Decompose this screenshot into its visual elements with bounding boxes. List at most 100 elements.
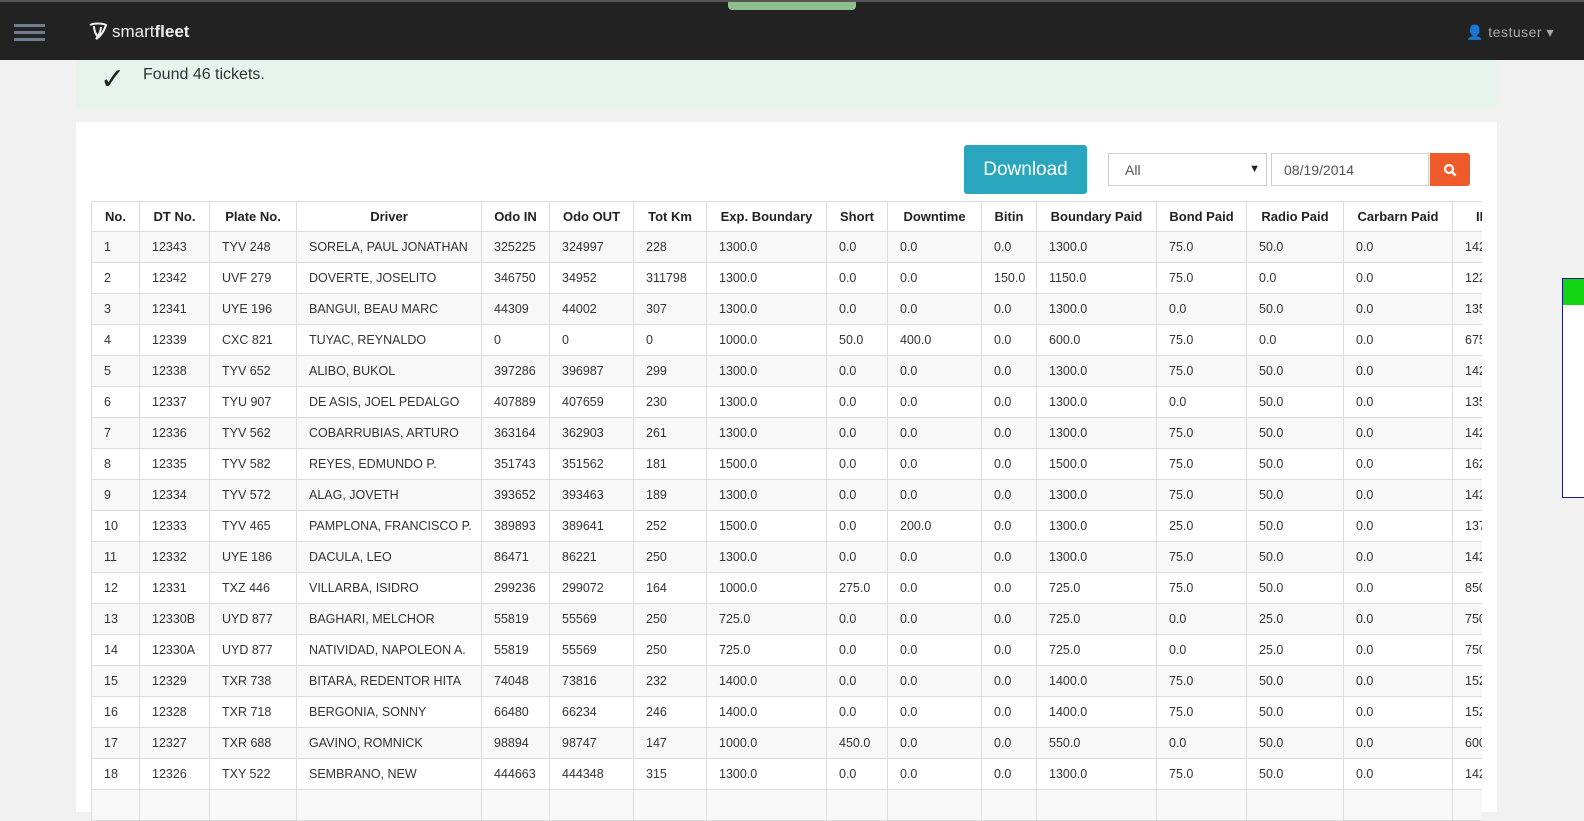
table-cell: 12342 [139, 262, 210, 294]
download-button[interactable]: Download [964, 145, 1087, 194]
table-cell: 189 [633, 479, 707, 511]
column-header[interactable]: DT No. [139, 201, 210, 232]
table-cell: 1150.0 [1036, 262, 1157, 294]
column-header[interactable]: Tot Km [633, 201, 707, 232]
tickets-table-container[interactable]: No. DT No. Plate No. Driver Odo IN Odo OUT Tot… [91, 201, 1482, 821]
table-cell: 50.0 [1246, 572, 1344, 604]
column-header[interactable]: Boundary Paid [1036, 201, 1157, 232]
table-cell: 0.0 [826, 231, 888, 263]
table-cell: 50.0 [1246, 696, 1344, 728]
table-cell: 346750 [481, 262, 550, 294]
table-row[interactable]: 16 12328 TXR 718 BERGONIA, SONNY 66480 66234 2… [91, 696, 1482, 728]
table-row[interactable]: 7 12336 TYV 562 COBARRUBIAS, ARTURO 363164 36… [91, 417, 1482, 449]
search-button[interactable] [1430, 153, 1470, 186]
table-cell: 0.0 [887, 541, 982, 573]
column-header[interactable]: Bond Paid [1156, 201, 1247, 232]
table-cell: 13 [91, 603, 140, 635]
column-header[interactable]: Downtime [887, 201, 982, 232]
table-row[interactable]: 4 12339 CXC 821 TUYAC, REYNALDO 0 0 0 1000.0 50.… [91, 324, 1482, 356]
brand-logo[interactable]: smart fleet [88, 22, 189, 42]
table-cell: 75.0 [1156, 262, 1247, 294]
table-cell: 137 [1452, 510, 1482, 542]
table-row[interactable]: 3 12341 UYE 196 BANGUI, BEAU MARC 44309 44002… [91, 293, 1482, 325]
table-cell: 12328 [139, 696, 210, 728]
table-row[interactable]: 8 12335 TYV 582 REYES, EDMUNDO P. 351743 3515… [91, 448, 1482, 480]
table-cell: 12330B [139, 603, 210, 635]
table-row[interactable]: 14 12330A UYD 877 NATIVIDAD, NAPOLEON A. 558… [91, 634, 1482, 666]
table-row[interactable] [91, 789, 1482, 821]
column-header[interactable]: Short [826, 201, 888, 232]
table-cell: 407659 [549, 386, 634, 418]
column-header[interactable]: Exp. Boundary [706, 201, 827, 232]
column-header[interactable]: Odo IN [481, 201, 550, 232]
table-cell: 252 [633, 510, 707, 542]
table-row[interactable]: 1 12343 TYV 248 SORELA, PAUL JONATHAN 325225… [91, 231, 1482, 263]
top-center-tab[interactable] [728, 2, 856, 10]
table-cell: 0.0 [887, 696, 982, 728]
table-cell: 55819 [481, 603, 550, 635]
table-cell: 12331 [139, 572, 210, 604]
column-header[interactable]: Bitin [981, 201, 1037, 232]
table-cell: 250 [633, 634, 707, 666]
tickets-table: No. DT No. Plate No. Driver Odo IN Odo OUT Tot… [91, 201, 1482, 821]
table-cell: 50.0 [1246, 665, 1344, 697]
table-cell: 181 [633, 448, 707, 480]
table-cell [826, 789, 888, 821]
table-cell: 1300.0 [706, 417, 827, 449]
column-header[interactable]: Driver [296, 201, 482, 232]
table-row[interactable]: 6 12337 TYU 907 DE ASIS, JOEL PEDALGO 407889… [91, 386, 1482, 418]
table-cell: 1000.0 [706, 572, 827, 604]
table-cell [633, 789, 707, 821]
column-header[interactable]: Plate No. [209, 201, 297, 232]
table-cell: 0.0 [826, 355, 888, 387]
search-icon [1443, 163, 1457, 176]
table-row[interactable]: 10 12333 TYV 465 PAMPLONA, FRANCISCO P. 3898… [91, 510, 1482, 542]
hamburger-menu-icon[interactable] [14, 24, 45, 45]
table-cell: 3 [91, 293, 140, 325]
user-menu[interactable]: 👤 testuser ▾ [1466, 24, 1554, 41]
table-cell: 1300.0 [706, 231, 827, 263]
table-cell: 75.0 [1156, 665, 1247, 697]
table-cell: 407889 [481, 386, 550, 418]
table-row[interactable]: 12 12331 TXZ 446 VILLARBA, ISIDRO 299236 2990… [91, 572, 1482, 604]
table-cell: 0.0 [887, 479, 982, 511]
table-cell: ALIBO, BUKOL [296, 355, 482, 387]
table-row[interactable]: 5 12338 TYV 652 ALIBO, BUKOL 397286 396987 299… [91, 355, 1482, 387]
table-cell: TYV 572 [209, 479, 297, 511]
table-cell: 0.0 [826, 696, 888, 728]
table-cell: 12332 [139, 541, 210, 573]
table-row[interactable]: 17 12327 TXR 688 GAVINO, ROMNICK 98894 98747 1… [91, 727, 1482, 759]
table-cell: 0.0 [1343, 417, 1453, 449]
column-header[interactable]: No. [91, 201, 140, 232]
table-row[interactable]: 9 12334 TYV 572 ALAG, JOVETH 393652 393463 189… [91, 479, 1482, 511]
table-row[interactable]: 2 12342 UVF 279 DOVERTE, JOSELITO 346750 3495… [91, 262, 1482, 294]
date-input[interactable]: 08/19/2014 [1271, 153, 1429, 186]
table-cell: 0.0 [981, 293, 1037, 325]
table-cell: DACULA, LEO [296, 541, 482, 573]
table-row[interactable]: 18 12326 TXY 522 SEMBRANO, NEW 444663 444348 3… [91, 758, 1482, 790]
table-cell [1452, 789, 1482, 821]
table-row[interactable]: 11 12332 UYE 186 DACULA, LEO 86471 86221 250 13… [91, 541, 1482, 573]
table-cell: 1300.0 [1036, 231, 1157, 263]
table-cell: 12 [91, 572, 140, 604]
column-header[interactable]: Carbarn Paid [1343, 201, 1453, 232]
table-cell: 66234 [549, 696, 634, 728]
column-header[interactable]: Odo OUT [549, 201, 634, 232]
side-widget[interactable] [1562, 278, 1584, 498]
table-cell: TXR 718 [209, 696, 297, 728]
table-cell: 0.0 [826, 541, 888, 573]
filter-select[interactable]: All ▼ [1108, 153, 1267, 186]
table-row[interactable]: 13 12330B UYD 877 BAGHARI, MELCHOR 55819 5556… [91, 603, 1482, 635]
table-cell: 0.0 [1343, 665, 1453, 697]
table-cell: 315 [633, 758, 707, 790]
table-cell: 444663 [481, 758, 550, 790]
column-header[interactable]: Radio Paid [1246, 201, 1344, 232]
table-cell: 12329 [139, 665, 210, 697]
table-cell: 0.0 [981, 634, 1037, 666]
table-row[interactable]: 15 12329 TXR 738 BITARA, REDENTOR HITA 74048… [91, 665, 1482, 697]
table-cell: 0.0 [981, 665, 1037, 697]
table-cell: 0.0 [1343, 479, 1453, 511]
table-cell: 50.0 [1246, 479, 1344, 511]
column-header[interactable]: IN [1452, 201, 1482, 232]
table-cell: 50.0 [1246, 448, 1344, 480]
